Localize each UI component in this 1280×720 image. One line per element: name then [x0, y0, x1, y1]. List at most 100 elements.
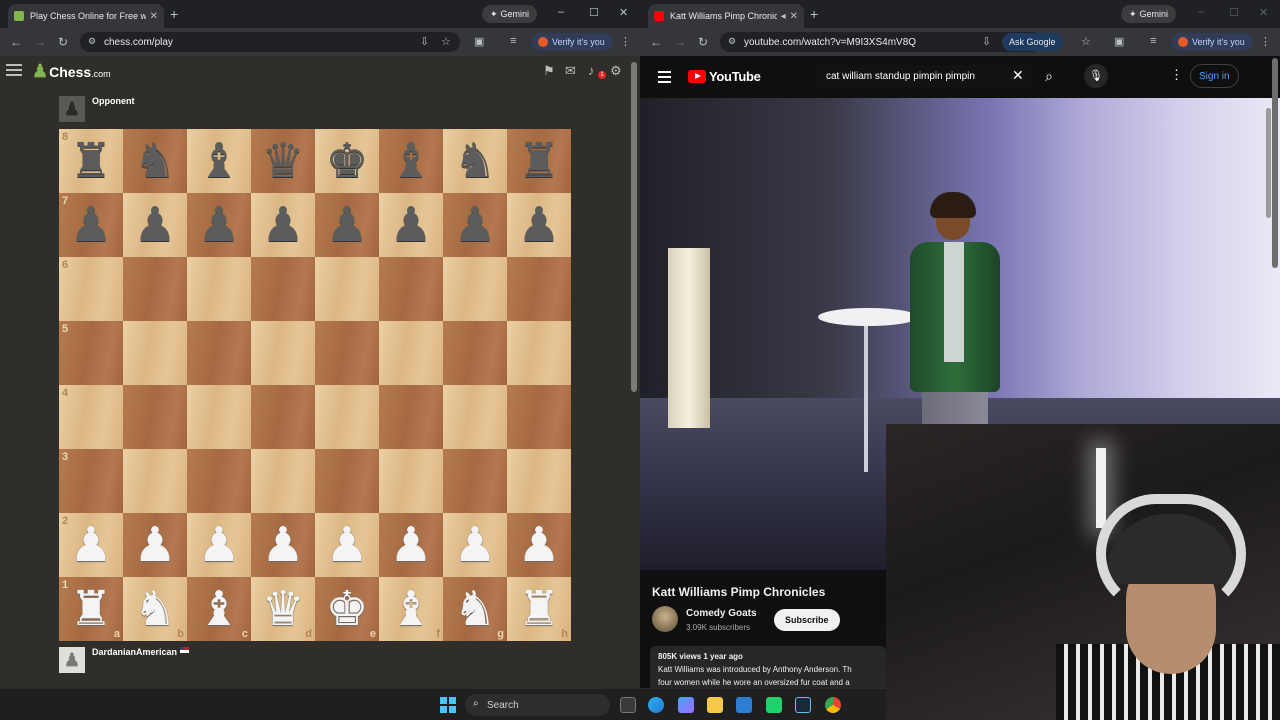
board-square[interactable]: ♛	[251, 129, 315, 193]
white-bishop-icon[interactable]: ♝	[197, 585, 240, 633]
reading-list-icon[interactable]: ≡	[510, 35, 516, 47]
store-icon[interactable]	[736, 697, 752, 713]
tab-close-icon[interactable]: ✕	[150, 11, 158, 22]
white-knight-icon[interactable]: ♞	[453, 585, 496, 633]
white-pawn-icon[interactable]: ♟	[389, 521, 432, 569]
puzzle-icon[interactable]: ⚑	[543, 63, 555, 79]
black-pawn-icon[interactable]: ♟	[197, 201, 240, 249]
page-scrollbar[interactable]	[631, 62, 637, 392]
white-pawn-icon[interactable]: ♟	[453, 521, 496, 569]
steam-icon[interactable]	[795, 697, 811, 713]
search-icon[interactable]: ⌕	[1037, 64, 1061, 88]
app-green-icon[interactable]	[766, 697, 782, 713]
tab-search-icon[interactable]: ▣	[474, 35, 484, 48]
close-window-button[interactable]: ✕	[619, 6, 628, 19]
yt-menu-icon[interactable]	[658, 71, 671, 86]
black-queen-icon[interactable]: ♛	[261, 137, 304, 185]
maximize-button[interactable]: ☐	[1229, 6, 1239, 19]
board-square[interactable]: ♜	[507, 129, 571, 193]
menu-dots-icon[interactable]: ⋮	[1260, 35, 1271, 48]
board-square[interactable]	[187, 257, 251, 321]
gemini-button[interactable]: ✦ Gemini	[1121, 5, 1177, 23]
reload-icon[interactable]: ↻	[58, 35, 68, 49]
board-square[interactable]: 5	[59, 321, 123, 385]
tab-search-icon[interactable]: ▣	[1114, 35, 1124, 48]
youtube-logo[interactable]: YouTube	[688, 69, 761, 84]
black-knight-icon[interactable]: ♞	[133, 137, 176, 185]
board-square[interactable]: b ♞	[123, 577, 187, 641]
yt-scrollbar[interactable]	[1272, 58, 1278, 268]
tab-chess[interactable]: Play Chess Online for Free with ✕	[8, 4, 164, 28]
new-tab-button[interactable]: +	[170, 6, 178, 22]
chess-logo[interactable]: ♟ Chess .com	[32, 61, 111, 82]
board-square[interactable]: ♟	[123, 513, 187, 577]
task-view-icon[interactable]	[620, 697, 636, 713]
description-box[interactable]: 805K views 1 year ago Katt Williams was …	[650, 646, 886, 688]
install-icon[interactable]: ⇩	[982, 35, 991, 48]
white-pawn-icon[interactable]: ♟	[261, 521, 304, 569]
board-square[interactable]: 6	[59, 257, 123, 321]
tab-youtube[interactable]: Katt Williams Pimp Chronic ◂ ✕	[648, 4, 804, 28]
board-square[interactable]	[507, 449, 571, 513]
white-bishop-icon[interactable]: ♝	[389, 585, 432, 633]
copilot-icon[interactable]	[678, 697, 694, 713]
minimize-button[interactable]: –	[1198, 6, 1204, 18]
audio-icon[interactable]: ◂	[781, 11, 786, 22]
address-bar[interactable]: ⚙ chess.com/play	[80, 32, 460, 52]
taskbar-search[interactable]: ⌕ Search	[465, 694, 610, 716]
forward-icon[interactable]: →	[34, 35, 46, 49]
board-square[interactable]: ♝	[187, 129, 251, 193]
board-square[interactable]: ♞	[443, 129, 507, 193]
board-square[interactable]: ♟	[251, 193, 315, 257]
board-square[interactable]: ♟	[379, 193, 443, 257]
hamburger-menu-icon[interactable]	[6, 64, 22, 79]
file-explorer-icon[interactable]	[707, 697, 723, 713]
more-options-icon[interactable]: ⋮	[1170, 67, 1183, 83]
black-pawn-icon[interactable]: ♟	[261, 201, 304, 249]
board-square[interactable]: ♟	[315, 193, 379, 257]
board-square[interactable]: ♝	[379, 129, 443, 193]
black-bishop-icon[interactable]: ♝	[197, 137, 240, 185]
board-square[interactable]: 8 ♜	[59, 129, 123, 193]
board-square[interactable]	[187, 449, 251, 513]
black-pawn-icon[interactable]: ♟	[133, 201, 176, 249]
white-rook-icon[interactable]: ♜	[517, 585, 560, 633]
black-pawn-icon[interactable]: ♟	[69, 201, 112, 249]
board-square[interactable]	[443, 321, 507, 385]
clear-search-icon[interactable]: ✕	[1012, 67, 1024, 84]
maximize-button[interactable]: ☐	[589, 6, 599, 19]
white-knight-icon[interactable]: ♞	[133, 585, 176, 633]
white-pawn-icon[interactable]: ♟	[325, 521, 368, 569]
board-square[interactable]	[315, 385, 379, 449]
board-square[interactable]	[315, 321, 379, 385]
board-square[interactable]	[379, 385, 443, 449]
board-square[interactable]	[251, 385, 315, 449]
sign-in-button[interactable]: Sign in	[1190, 64, 1239, 88]
white-pawn-icon[interactable]: ♟	[517, 521, 560, 569]
board-square[interactable]: ♟	[443, 193, 507, 257]
bookmark-star-icon[interactable]: ☆	[441, 35, 451, 48]
bell-icon[interactable]: ♪	[588, 63, 595, 78]
board-square[interactable]: 2 ♟	[59, 513, 123, 577]
gemini-button[interactable]: ✦ Gemini	[482, 5, 538, 23]
board-square[interactable]: c ♝	[187, 577, 251, 641]
board-square[interactable]: g ♞	[443, 577, 507, 641]
board-square[interactable]	[251, 257, 315, 321]
board-square[interactable]	[123, 321, 187, 385]
black-rook-icon[interactable]: ♜	[517, 137, 560, 185]
microphone-icon[interactable]: 🎙	[1084, 64, 1108, 88]
board-square[interactable]: ♟	[123, 193, 187, 257]
black-king-icon[interactable]: ♚	[325, 137, 368, 185]
board-square[interactable]: f ♝	[379, 577, 443, 641]
board-square[interactable]	[315, 449, 379, 513]
board-square[interactable]: ♟	[507, 193, 571, 257]
close-window-button[interactable]: ✕	[1259, 6, 1268, 19]
bookmark-star-icon[interactable]: ☆	[1081, 35, 1091, 48]
board-square[interactable]: e ♚	[315, 577, 379, 641]
reload-icon[interactable]: ↻	[698, 35, 708, 49]
black-pawn-icon[interactable]: ♟	[453, 201, 496, 249]
board-square[interactable]: ♞	[123, 129, 187, 193]
forward-icon[interactable]: →	[674, 35, 686, 49]
board-square[interactable]	[251, 449, 315, 513]
yt-search-input[interactable]: cat william standup pimpin pimpin	[816, 65, 1032, 87]
